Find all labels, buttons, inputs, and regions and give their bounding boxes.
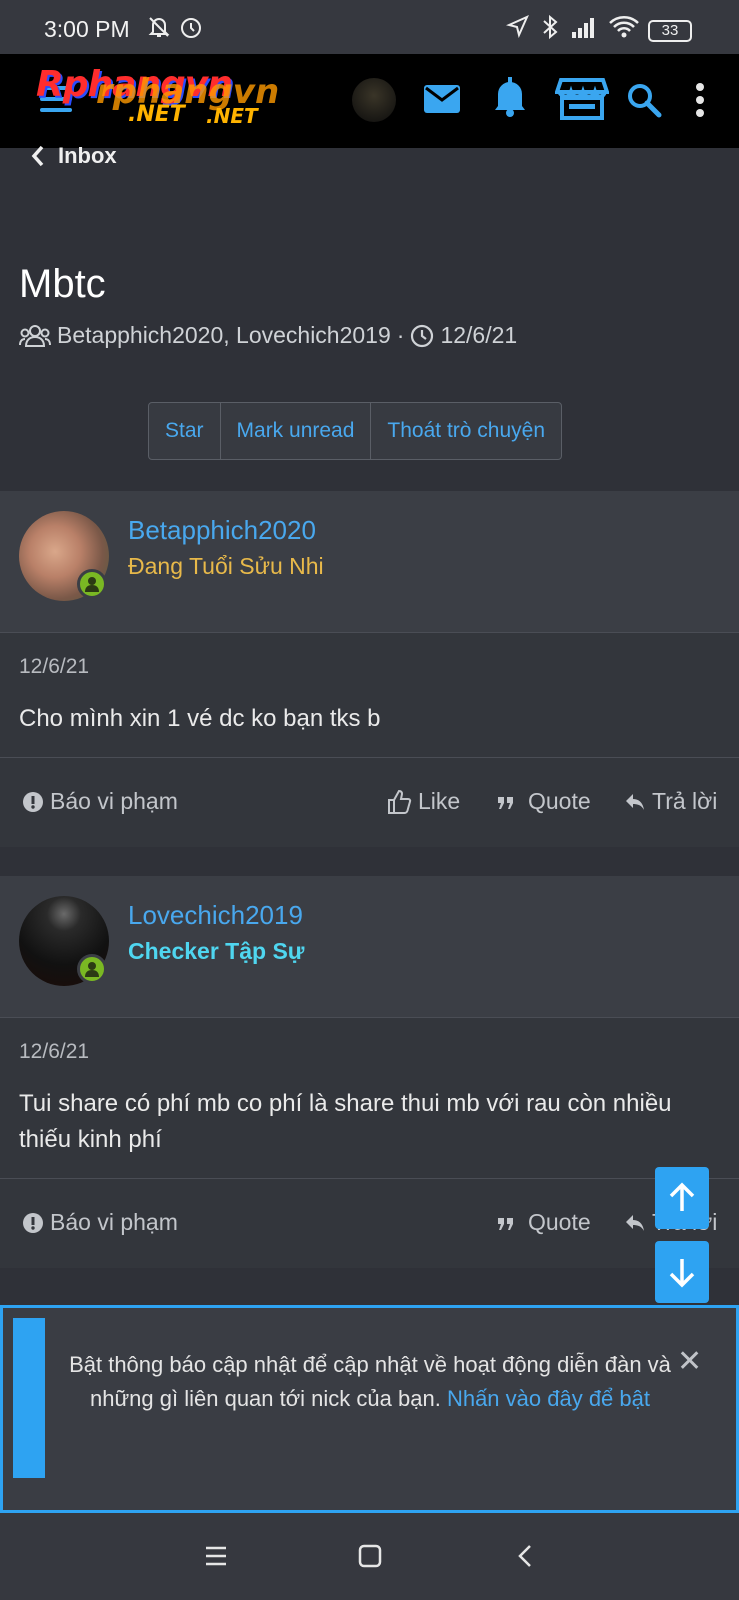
message-date[interactable]: 12/6/21: [19, 1040, 89, 1064]
like-button[interactable]: Like: [386, 788, 460, 815]
username[interactable]: Betapphich2020: [128, 515, 316, 546]
meta-separator: ·: [396, 322, 405, 348]
arrow-down-icon: [669, 1259, 695, 1288]
quote-label: Quote: [528, 788, 591, 814]
page-title: Mbtc: [19, 262, 106, 306]
message: Lovechich2019 Checker Tập Sự 12/6/21 Tui…: [0, 876, 739, 1268]
users-icon: [19, 324, 51, 347]
reply-icon: [626, 793, 644, 810]
bell-off-icon: [148, 17, 170, 37]
report-label: Báo vi phạm: [50, 788, 178, 814]
quote-icon: [498, 796, 513, 809]
message-footer: Báo vi phạm Like Quote Trả lời: [0, 757, 739, 845]
reply-icon: [626, 1214, 644, 1231]
app-header: Rphangvn rphangvn .NET .NET: [0, 54, 739, 148]
thumbs-up-icon: [388, 789, 412, 814]
leave-conversation-button[interactable]: Thoát trò chuyện: [370, 403, 561, 459]
user-title: Checker Tập Sự: [128, 938, 305, 964]
quote-label: Quote: [528, 1209, 591, 1235]
location-icon: [506, 15, 529, 38]
star-button[interactable]: Star: [149, 403, 220, 459]
bluetooth-icon: [543, 14, 558, 40]
arrow-up-icon: [669, 1182, 695, 1211]
report-label: Báo vi phạm: [50, 1209, 178, 1235]
scroll-top-button[interactable]: [655, 1167, 709, 1229]
back-label: Inbox: [58, 143, 117, 168]
conversation-actions: Star Mark unread Thoát trò chuyện: [148, 402, 562, 460]
message-footer: Báo vi phạm Quote Trả lời: [0, 1178, 739, 1266]
reply-button[interactable]: Trả lời: [624, 788, 717, 815]
more-vertical-icon[interactable]: [692, 82, 708, 118]
signal-icon: [572, 18, 594, 38]
message-user-bar: Betapphich2020 Đang Tuổi Sửu Nhi: [0, 491, 739, 633]
system-nav-bar: [0, 1513, 739, 1600]
message-body: Tui share có phí mb co phí là share thui…: [19, 1090, 672, 1153]
back-link[interactable]: Inbox: [30, 143, 117, 169]
push-notification-banner: Bật thông báo cập nhật để cập nhật về ho…: [0, 1305, 739, 1513]
conversation-meta: Betapphich2020, Lovechich2019 · 12/6/21: [19, 322, 517, 349]
banner-text: Bật thông báo cập nhật để cập nhật về ho…: [65, 1348, 675, 1416]
message-user-bar: Lovechich2019 Checker Tập Sự: [0, 876, 739, 1018]
online-status-icon: [77, 954, 107, 984]
recent-apps-icon[interactable]: [204, 1545, 228, 1567]
alert-icon: [23, 1212, 43, 1233]
home-icon[interactable]: [358, 1544, 382, 1568]
mark-unread-button[interactable]: Mark unread: [219, 403, 371, 459]
message-body: Cho mình xin 1 vé dc ko bạn tks b: [19, 705, 381, 732]
like-label: Like: [418, 788, 461, 814]
bell-icon[interactable]: [492, 76, 528, 118]
store-icon[interactable]: [555, 76, 609, 122]
user-avatar[interactable]: [352, 78, 396, 122]
username[interactable]: Lovechich2019: [128, 900, 303, 931]
battery-level: 33: [661, 22, 679, 39]
search-icon[interactable]: [626, 82, 662, 118]
participants[interactable]: Betapphich2020, Lovechich2019: [57, 322, 391, 349]
site-logo[interactable]: Rphangvn rphangvn .NET .NET: [36, 64, 311, 134]
alarm-icon: [181, 18, 201, 38]
mail-icon[interactable]: [422, 82, 462, 116]
online-status-icon: [77, 569, 107, 599]
message: Betapphich2020 Đang Tuổi Sửu Nhi 12/6/21…: [0, 491, 739, 847]
message-date[interactable]: 12/6/21: [19, 655, 89, 679]
scroll-bottom-button[interactable]: [655, 1241, 709, 1303]
enable-notifications-link[interactable]: Nhấn vào đây để bật: [447, 1386, 650, 1411]
close-icon[interactable]: ✕: [677, 1344, 702, 1379]
wifi-icon: [609, 16, 639, 38]
battery-icon: 33: [648, 20, 692, 42]
banner-accent: [13, 1318, 45, 1478]
quote-button[interactable]: Quote: [496, 788, 591, 815]
conversation-date: 12/6/21: [440, 322, 518, 348]
quote-icon: [498, 1217, 513, 1230]
user-title: Đang Tuổi Sửu Nhi: [128, 553, 324, 579]
report-button[interactable]: Báo vi phạm: [22, 1209, 178, 1236]
back-icon[interactable]: [516, 1543, 534, 1569]
reply-label: Trả lời: [652, 788, 718, 814]
status-time: 3:00 PM: [44, 16, 130, 42]
clock-icon: [411, 324, 434, 347]
alert-icon: [23, 791, 43, 812]
report-button[interactable]: Báo vi phạm: [22, 788, 178, 815]
quote-button[interactable]: Quote: [496, 1209, 591, 1236]
status-bar: 3:00 PM 33: [0, 0, 739, 54]
chevron-left-icon: [31, 145, 44, 167]
